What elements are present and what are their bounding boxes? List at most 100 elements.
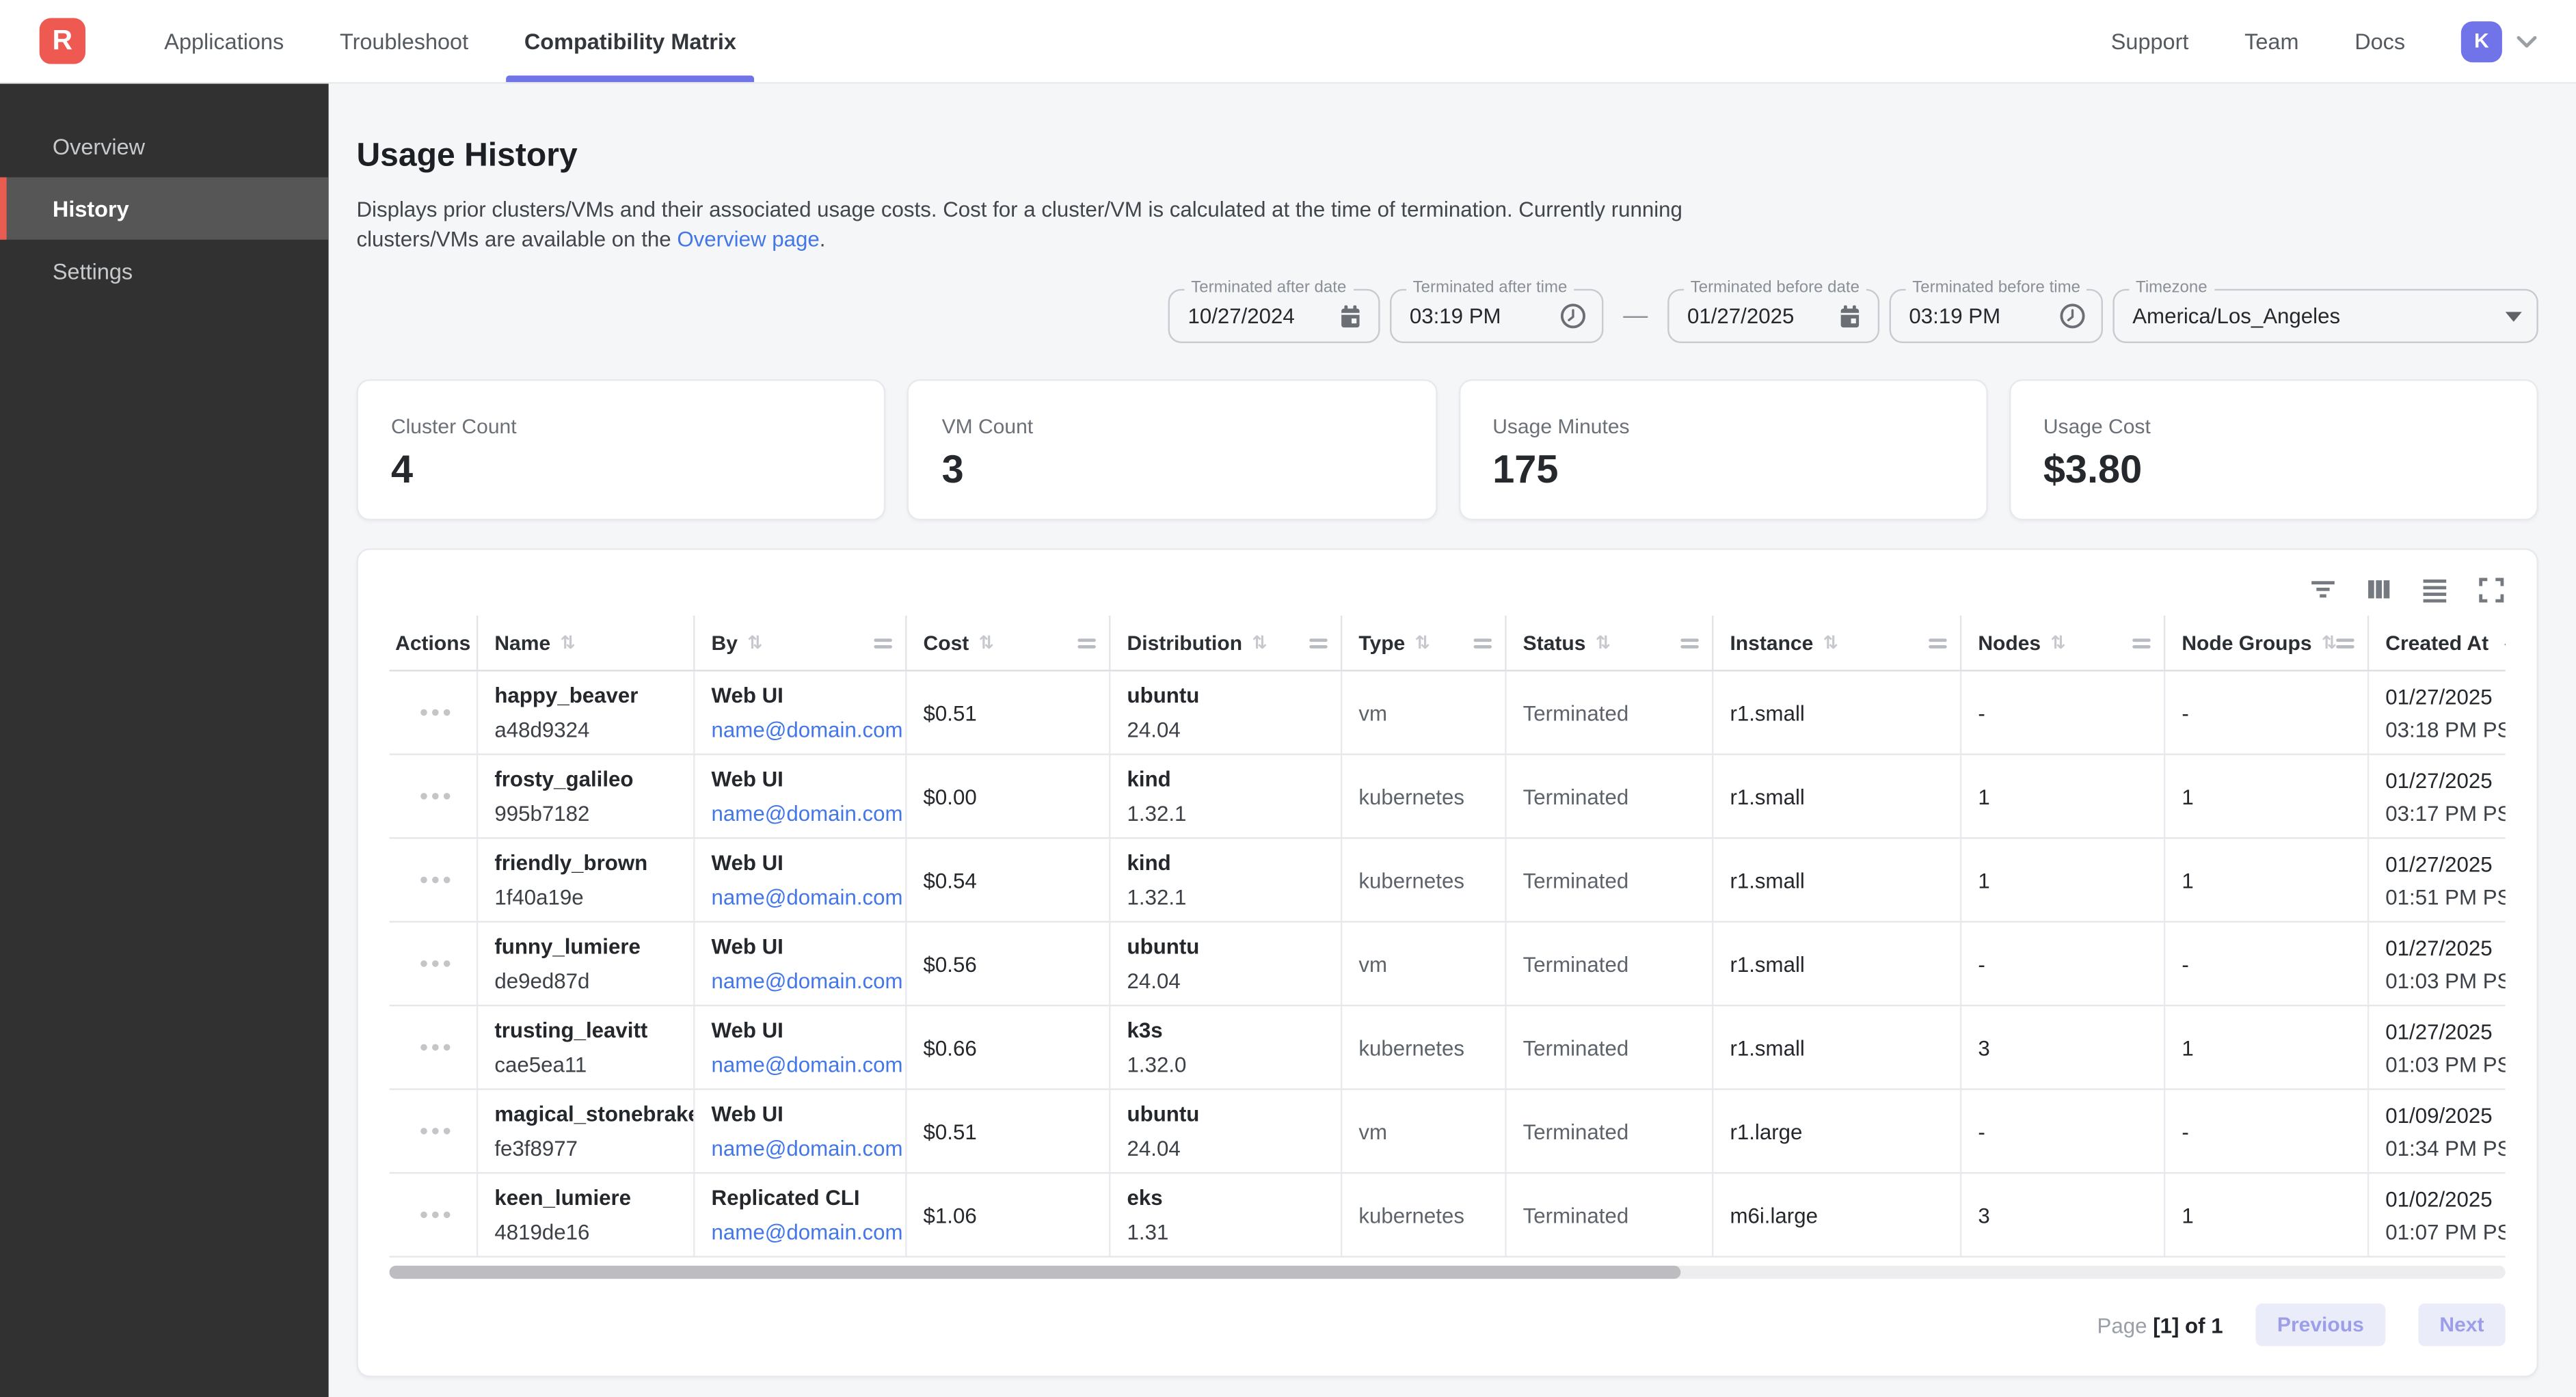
row-actions-button[interactable] bbox=[416, 1037, 453, 1057]
col-header-status[interactable]: Status⇅ bbox=[1507, 616, 1714, 670]
column-menu-icon[interactable] bbox=[874, 638, 891, 647]
col-header-name[interactable]: Name⇅ bbox=[478, 616, 695, 670]
cell-actions bbox=[390, 1174, 479, 1256]
sidebar-item-history[interactable]: History bbox=[0, 177, 329, 239]
link-support[interactable]: Support bbox=[2111, 29, 2189, 53]
cell-by: Web UI name@domain.com bbox=[695, 839, 907, 921]
distribution-name: ubuntu bbox=[1127, 1102, 1328, 1126]
created-by-email-link[interactable]: name@domain.com bbox=[712, 1053, 903, 1077]
cell-created-at: 01/27/2025 01:03 PM PST bbox=[2369, 1006, 2505, 1088]
col-header-by[interactable]: By⇅ bbox=[695, 616, 907, 670]
avatar[interactable]: K bbox=[2461, 21, 2502, 62]
column-menu-icon[interactable] bbox=[2132, 638, 2150, 647]
terminated-before-time-field[interactable]: Terminated before time 03:19 PM bbox=[1890, 289, 2103, 343]
column-menu-icon[interactable] bbox=[1680, 638, 1698, 647]
sidebar-item-settings[interactable]: Settings bbox=[0, 240, 329, 302]
distribution-version: 1.31 bbox=[1127, 1220, 1328, 1245]
cell-cost: $0.66 bbox=[907, 1006, 1111, 1088]
main-content: Usage History Displays prior clusters/VM… bbox=[329, 83, 2576, 1397]
filter-icon[interactable] bbox=[2308, 575, 2337, 604]
usage-table: Actions Name⇅ By⇅ Cost⇅ Distribution⇅ bbox=[390, 616, 2506, 1258]
created-date: 01/02/2025 bbox=[2385, 1186, 2492, 1210]
col-header-nodes[interactable]: Nodes⇅ bbox=[1961, 616, 2165, 670]
tab-troubleshoot[interactable]: Troubleshoot bbox=[322, 0, 487, 82]
created-time: 01:34 PM PST bbox=[2385, 1135, 2492, 1160]
created-by-email-link[interactable]: name@domain.com bbox=[712, 968, 903, 993]
terminated-after-time-field[interactable]: Terminated after time 03:19 PM bbox=[1390, 289, 1603, 343]
row-actions-button[interactable] bbox=[416, 954, 453, 974]
calendar-icon[interactable] bbox=[1821, 303, 1863, 329]
clock-icon[interactable] bbox=[2042, 302, 2087, 330]
created-by-email-link[interactable]: name@domain.com bbox=[712, 885, 903, 910]
link-docs[interactable]: Docs bbox=[2354, 29, 2405, 53]
instance-value: r1.small bbox=[1730, 1035, 1946, 1059]
sort-icon: ⇅ bbox=[1252, 632, 1267, 653]
replicated-logo-icon[interactable]: R bbox=[40, 18, 85, 64]
app-root: R Applications Troubleshoot Compatibilit… bbox=[0, 0, 2576, 1397]
type-value: kubernetes bbox=[1358, 867, 1492, 892]
row-actions-button[interactable] bbox=[416, 870, 453, 890]
previous-page-button[interactable]: Previous bbox=[2256, 1303, 2385, 1346]
sort-icon: ⇅ bbox=[747, 632, 762, 653]
cell-actions bbox=[390, 1090, 479, 1172]
created-by-email-link[interactable]: name@domain.com bbox=[712, 1136, 903, 1161]
created-by-email-link[interactable]: name@domain.com bbox=[712, 718, 903, 742]
density-icon[interactable] bbox=[2420, 575, 2450, 604]
cell-actions bbox=[390, 1006, 479, 1088]
column-menu-icon[interactable] bbox=[1309, 638, 1327, 647]
cell-node-groups: 1 bbox=[2165, 1006, 2369, 1088]
cell-actions bbox=[390, 755, 479, 837]
columns-icon[interactable] bbox=[2364, 575, 2393, 604]
created-by-email-link[interactable]: name@domain.com bbox=[712, 801, 903, 826]
sidebar-item-overview[interactable]: Overview bbox=[0, 115, 329, 177]
horizontal-scrollbar-track[interactable] bbox=[390, 1266, 2506, 1279]
brand-logo[interactable]: R bbox=[0, 0, 136, 82]
column-menu-icon[interactable] bbox=[2337, 638, 2354, 647]
sidebar: Overview History Settings bbox=[0, 83, 329, 1397]
created-by-email-link[interactable]: name@domain.com bbox=[712, 1220, 903, 1245]
horizontal-scrollbar-thumb[interactable] bbox=[390, 1266, 1680, 1279]
col-header-cost[interactable]: Cost⇅ bbox=[907, 616, 1111, 670]
row-actions-button[interactable] bbox=[416, 1205, 453, 1225]
link-team[interactable]: Team bbox=[2244, 29, 2298, 53]
clock-icon[interactable] bbox=[1543, 302, 1587, 330]
navbar-right: Support Team Docs K bbox=[2111, 0, 2576, 82]
col-header-node-groups[interactable]: Node Groups⇅ bbox=[2165, 616, 2369, 670]
type-value: vm bbox=[1358, 700, 1492, 724]
terminated-before-date-field[interactable]: Terminated before date 01/27/2025 bbox=[1667, 289, 1879, 343]
cost-value: $0.51 bbox=[924, 1119, 1096, 1143]
date-range-separator: — bbox=[1623, 302, 1648, 330]
col-header-distribution[interactable]: Distribution⇅ bbox=[1110, 616, 1342, 670]
type-value: vm bbox=[1358, 951, 1492, 976]
tab-compatibility-matrix[interactable]: Compatibility Matrix bbox=[506, 0, 754, 82]
column-menu-icon[interactable] bbox=[1077, 638, 1095, 647]
next-page-button[interactable]: Next bbox=[2418, 1303, 2506, 1346]
tab-applications[interactable]: Applications bbox=[146, 0, 302, 82]
fullscreen-icon[interactable] bbox=[2476, 575, 2505, 604]
cell-status: Terminated bbox=[1507, 839, 1714, 921]
timezone-select[interactable]: Timezone America/Los_Angeles bbox=[2112, 289, 2538, 343]
terminated-after-date-field[interactable]: Terminated after date 10/27/2024 bbox=[1168, 289, 1380, 343]
cost-value: $0.66 bbox=[924, 1035, 1096, 1059]
instance-value: m6i.large bbox=[1730, 1202, 1946, 1227]
column-menu-icon[interactable] bbox=[1929, 638, 1946, 647]
cluster-name: friendly_brown bbox=[494, 850, 680, 875]
cell-actions bbox=[390, 671, 479, 753]
calendar-icon[interactable] bbox=[1321, 303, 1363, 329]
overview-page-link[interactable]: Overview page bbox=[677, 226, 819, 251]
cell-distribution: ubuntu 24.04 bbox=[1110, 1090, 1342, 1172]
row-actions-button[interactable] bbox=[416, 1121, 453, 1141]
stat-label: Usage Minutes bbox=[1492, 416, 1953, 439]
row-actions-button[interactable] bbox=[416, 787, 453, 806]
row-actions-button[interactable] bbox=[416, 703, 453, 722]
column-menu-icon[interactable] bbox=[1474, 638, 1492, 647]
col-header-instance[interactable]: Instance⇅ bbox=[1713, 616, 1961, 670]
cell-created-at: 01/02/2025 01:07 PM PST bbox=[2369, 1174, 2505, 1256]
distribution-name: ubuntu bbox=[1127, 683, 1328, 707]
col-header-type[interactable]: Type⇅ bbox=[1342, 616, 1506, 670]
stat-value: 175 bbox=[1492, 448, 1953, 494]
status-badge: Terminated bbox=[1523, 951, 1699, 976]
account-menu[interactable]: K bbox=[2461, 21, 2538, 62]
stat-card: Usage Cost $3.80 bbox=[2009, 379, 2538, 521]
col-header-created-at[interactable]: Created At↓ bbox=[2369, 616, 2505, 670]
